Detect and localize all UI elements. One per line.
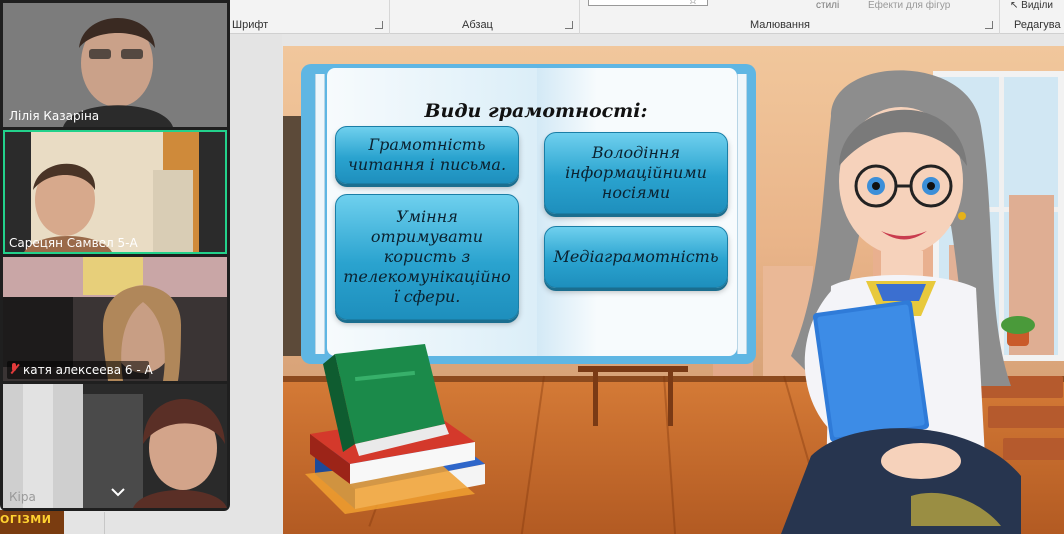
participant-video-tile-active[interactable]: Сарецян Самвел 5-А (3, 130, 227, 254)
slide-title: Види грамотності: (424, 100, 648, 122)
ribbon-group-label: Абзац (462, 19, 493, 31)
participant-name: Кіра (9, 490, 36, 504)
literacy-card-media-literacy[interactable]: Медіаграмотність (544, 226, 728, 288)
literacy-card-telecom[interactable]: Уміння отримувати користь з телекомуніка… (335, 194, 519, 320)
participant-name: Лілія Казаріна (9, 109, 100, 123)
video-gallery-panel[interactable]: Лілія Казаріна Сарецян Самвел 5-А катя а… (0, 0, 230, 511)
ribbon-group-drawing: ☆ стилі Ефекти для фігур Малювання (580, 0, 1000, 34)
dialog-launcher-icon[interactable] (985, 21, 993, 29)
ribbon-group-font: Шрифт (230, 0, 390, 34)
literacy-card-info-media[interactable]: Володіння інформаційними носіями (544, 132, 728, 214)
open-book-panel: Види грамотності: Грамотність читання і … (301, 64, 756, 364)
pane-divider (104, 512, 105, 534)
participant-video-tile[interactable]: Кіра (3, 384, 227, 508)
thumbnail-text: ОГІЗМИ (0, 513, 52, 526)
chevron-down-icon[interactable] (103, 484, 133, 500)
participant-video-tile[interactable]: катя алексеева 6 - А (3, 257, 227, 381)
shape-effects-button[interactable]: Ефекти для фігур (868, 0, 950, 11)
participant-video-tile[interactable]: Лілія Казаріна (3, 3, 227, 127)
ribbon-group-paragraph: Абзац (390, 0, 580, 34)
participant-name: Сарецян Самвел 5-А (9, 236, 138, 250)
styles-button[interactable]: стилі (816, 0, 839, 11)
star-shape-icon[interactable]: ☆ (688, 0, 698, 7)
slide-thumbnail[interactable]: ОГІЗМИ (0, 510, 64, 534)
stacked-books-illustration (305, 344, 485, 514)
dialog-launcher-icon[interactable] (565, 21, 573, 29)
cursor-icon: ↖ (1010, 0, 1022, 11)
participant-name-row: катя алексеева 6 - А (9, 363, 153, 377)
slide-canvas[interactable]: Види грамотності: Грамотність читання і … (283, 46, 1064, 534)
select-button[interactable]: ↖ Виділи (1010, 0, 1053, 11)
screen: Шрифт Абзац ☆ стилі Ефекти для фігур Мал… (0, 0, 1064, 534)
bookshelf (283, 116, 301, 356)
ribbon-group-label: Шрифт (232, 19, 269, 31)
ribbon-group-label: Малювання (750, 19, 811, 31)
dialog-launcher-icon[interactable] (375, 21, 383, 29)
mic-muted-icon (9, 363, 19, 375)
participant-name: катя алексеева 6 - А (23, 363, 153, 377)
ribbon-group-editing: ↖ Виділи Редагува (1000, 0, 1064, 34)
teacher-illustration (781, 70, 1021, 534)
select-label: Виділи (1021, 0, 1053, 11)
ribbon-group-label: Редагува (1014, 19, 1061, 31)
literacy-card-reading-writing[interactable]: Грамотність читання і письма. (335, 126, 519, 184)
board-stand (578, 366, 688, 426)
